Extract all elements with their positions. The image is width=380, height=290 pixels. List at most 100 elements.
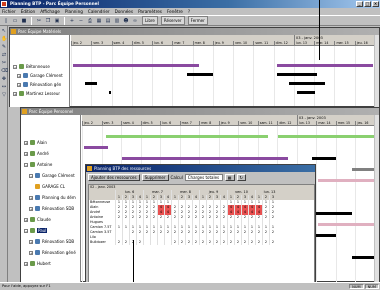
eraser-icon[interactable]: ⌫ xyxy=(1,68,8,74)
gantt-bar[interactable] xyxy=(352,168,374,171)
maximize-button[interactable]: □ xyxy=(364,1,371,7)
cut-icon[interactable]: ✂ xyxy=(35,17,43,25)
load-cell[interactable]: 2 xyxy=(220,240,227,245)
link-tool-icon[interactable]: ⇄ xyxy=(1,52,7,58)
tree-item-alain[interactable]: + Alain xyxy=(24,139,47,146)
table-row[interactable]: Bulldozer2222222222222222222 xyxy=(89,240,314,245)
gantt-bar[interactable] xyxy=(187,73,213,76)
gantt-bar[interactable] xyxy=(312,212,352,215)
load-cell[interactable] xyxy=(164,240,171,245)
gantt-bar[interactable] xyxy=(289,82,325,85)
tree-item-garage-cl-task[interactable]: GARAGE CL xyxy=(35,183,65,190)
gantt-bar[interactable] xyxy=(277,73,317,76)
save-icon[interactable]: ■ xyxy=(20,17,28,25)
copy-icon[interactable]: ❐ xyxy=(44,17,52,25)
filter-icon[interactable]: ▽ xyxy=(1,92,7,98)
tree-item-hubert[interactable]: + Hubert xyxy=(24,260,51,267)
libre-button[interactable]: Libre xyxy=(142,16,158,25)
pointer-icon[interactable]: ↖ xyxy=(1,28,7,34)
gantt-bar[interactable] xyxy=(352,256,374,259)
open-folder-icon[interactable]: ▭ xyxy=(11,17,19,25)
gantt-bar[interactable] xyxy=(73,64,199,67)
zoom-in-icon[interactable]: + xyxy=(68,17,76,25)
load-cell[interactable]: 2 xyxy=(171,240,178,245)
load-cell[interactable]: 2 xyxy=(241,240,248,245)
users-icon[interactable]: ☻ xyxy=(122,17,130,25)
menu-fichier[interactable]: Fichier xyxy=(2,9,16,14)
expand-icon[interactable]: + xyxy=(29,206,33,211)
tree-item-garage-clement[interactable]: + Garage Clément xyxy=(17,72,63,79)
close-button[interactable]: × xyxy=(372,1,379,7)
expand-icon[interactable]: + xyxy=(13,91,17,96)
load-cell[interactable]: 2 xyxy=(234,240,241,245)
tree-item-antoine[interactable]: − Antoine xyxy=(24,161,52,168)
gantt-bar[interactable] xyxy=(312,157,336,160)
calcul-select[interactable]: Charges totales xyxy=(184,174,223,181)
print-icon[interactable]: ⎙ xyxy=(86,17,94,25)
load-cell[interactable]: 2 xyxy=(115,240,122,245)
load-cell[interactable]: 2 xyxy=(262,240,269,245)
gantt-bar[interactable] xyxy=(122,157,288,160)
gantt-bar[interactable] xyxy=(318,179,374,182)
load-cell[interactable]: 2 xyxy=(185,240,192,245)
tree-item-betonneuse[interactable]: − Bétonneuse xyxy=(13,63,50,70)
expand-icon[interactable]: + xyxy=(29,195,33,200)
load-cell[interactable]: 2 xyxy=(199,240,206,245)
hand-icon[interactable]: ✋ xyxy=(1,36,7,42)
menu-parametres[interactable]: Paramètres xyxy=(138,9,162,14)
load-cell[interactable]: 2 xyxy=(248,240,255,245)
tree-item-andre[interactable]: + André xyxy=(24,150,49,157)
tree-item-claude[interactable]: + Claude xyxy=(24,216,51,223)
chart-icon[interactable]: ▥ xyxy=(113,17,121,25)
menu-donnees[interactable]: Données xyxy=(115,9,133,14)
gantt-bar[interactable] xyxy=(85,82,97,85)
new-file-icon[interactable]: ▯ xyxy=(2,17,10,25)
load-cell[interactable]: 2 xyxy=(136,240,143,245)
zoom-out-icon[interactable]: − xyxy=(77,17,85,25)
paste-icon[interactable]: ▣ xyxy=(53,17,61,25)
menu-affichage[interactable]: Affichage xyxy=(40,9,60,14)
gantt-bar[interactable] xyxy=(106,135,268,138)
expand-icon[interactable]: − xyxy=(24,162,28,167)
expand-icon[interactable]: + xyxy=(17,82,21,87)
split-icon[interactable]: ✂ xyxy=(1,60,7,66)
tree-item-planning-dem[interactable]: + Planning du dém xyxy=(29,194,76,201)
menu-calendrier[interactable]: Calendrier xyxy=(88,9,110,14)
expand-icon[interactable]: + xyxy=(29,239,33,244)
gantt-bar[interactable] xyxy=(318,223,374,226)
minimize-button[interactable]: _ xyxy=(356,1,363,7)
gantt-bar[interactable] xyxy=(84,146,108,149)
vertical-scrollbar[interactable] xyxy=(374,35,379,107)
gantt-marker[interactable] xyxy=(109,91,111,94)
load-cell[interactable]: 2 xyxy=(206,240,213,245)
load-cell[interactable]: 2 xyxy=(122,240,129,245)
menu-planning[interactable]: Planning xyxy=(65,9,83,14)
tree-item-renovation-sdb-2[interactable]: + Rénovation SDB xyxy=(29,238,74,245)
load-cell[interactable]: 2 xyxy=(213,240,220,245)
add-resources-button[interactable]: Ajouter des ressources xyxy=(88,174,140,181)
expand-icon[interactable]: + xyxy=(24,261,28,266)
calendar-icon[interactable]: ▦ xyxy=(95,17,103,25)
load-cell[interactable]: 2 xyxy=(178,240,185,245)
load-cell[interactable]: 2 xyxy=(192,240,199,245)
tree-item-renovation-sdb[interactable]: + Rénovation SDB xyxy=(29,205,74,212)
delete-button[interactable]: Supprimer xyxy=(141,174,169,181)
load-cell[interactable] xyxy=(157,240,164,245)
move-icon[interactable]: ✥ xyxy=(1,76,7,82)
tree-item-martinez[interactable]: + Martinez Lesseur xyxy=(13,90,60,97)
vertical-scrollbar[interactable] xyxy=(374,115,379,282)
gantt-bar[interactable] xyxy=(278,135,374,138)
load-cell[interactable] xyxy=(150,240,157,245)
expand-icon[interactable]: − xyxy=(29,173,33,178)
expand-icon[interactable]: − xyxy=(13,64,17,69)
refresh-icon[interactable]: ↻ xyxy=(236,174,246,181)
resize-icon[interactable]: ↔ xyxy=(1,84,7,90)
menu-edition[interactable]: Édition xyxy=(21,9,36,14)
menu-help[interactable]: ? xyxy=(188,9,190,14)
expand-icon[interactable]: + xyxy=(24,140,28,145)
pencil-icon[interactable]: ✎ xyxy=(1,44,7,50)
load-cell[interactable]: 2 xyxy=(269,240,276,245)
expand-icon[interactable]: + xyxy=(24,217,28,222)
fermer-button[interactable]: Fermer xyxy=(187,16,208,25)
load-cell[interactable]: 2 xyxy=(227,240,234,245)
